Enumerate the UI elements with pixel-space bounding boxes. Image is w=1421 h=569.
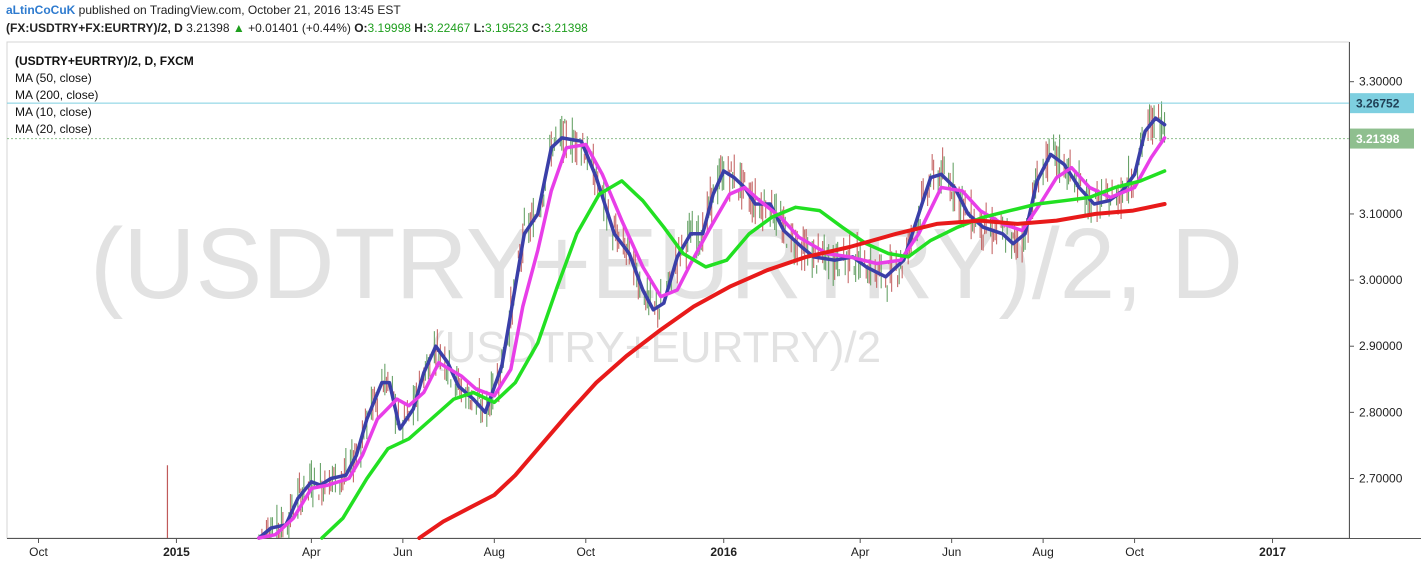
legend-item-ma200[interactable]: MA (200, close) [15,87,194,104]
legend-item-ma20[interactable]: MA (20, close) [15,121,194,138]
x-tick-label: Oct [1125,545,1144,559]
legend-item-ma10[interactable]: MA (10, close) [15,104,194,121]
publish-line: aLtinCoCuK published on TradingView.com,… [6,3,401,17]
open-label: O: [354,21,368,35]
ohlc-line: (FX:USDTRY+FX:EURTRY)/2, D 3.21398 ▲ +0.… [6,21,588,35]
price-label: 3.21398 [1356,132,1400,146]
y-tick-label: 2.70000 [1359,471,1403,485]
x-tick-label: 2016 [710,545,737,559]
chart-canvas: (USDTRY+EURTRY)/2, D (USDTRY+EURTRY)/2 3… [6,41,1421,559]
high-value: 3.22467 [426,21,471,35]
close-label: C: [531,21,545,35]
low-value: 3.19523 [485,21,529,35]
close-value: 3.21398 [544,21,588,35]
last-price: 3.21398 [186,21,230,35]
legend-item-ma50[interactable]: MA (50, close) [15,70,194,87]
symbol-name: (FX:USDTRY+FX:EURTRY)/2, D [6,21,183,35]
chart-legend: (USDTRY+EURTRY)/2, D, FXCM MA (50, close… [15,53,194,138]
y-tick-label: 3.00000 [1359,273,1403,287]
y-tick-label: 2.90000 [1359,339,1403,353]
author-link[interactable]: aLtinCoCuK [6,3,75,17]
x-tick-label: Apr [302,545,321,559]
high-label: H: [414,21,427,35]
price-label: 3.26752 [1356,97,1400,111]
y-tick-label: 3.10000 [1359,207,1403,221]
x-tick-label: Oct [29,545,48,559]
open-value: 3.19998 [367,21,411,35]
watermark-large: (USDTRY+EURTRY)/2, D [90,208,1243,320]
low-label: L: [473,21,486,35]
y-axis: 3.30000 3.10000 3.00000 2.90000 2.80000 2.700… [1349,75,1414,485]
x-tick-label: Jun [393,545,412,559]
x-tick-label: 2017 [1259,545,1286,559]
x-tick-label: 2015 [163,545,190,559]
x-tick-label: Jun [942,545,961,559]
published-text: published on TradingView.com, October 21… [78,3,401,17]
up-arrow-icon: ▲ [232,21,245,35]
x-tick-label: Aug [1032,545,1053,559]
y-tick-label: 3.30000 [1359,75,1403,89]
x-tick-label: Aug [484,545,505,559]
price-change: +0.01401 (+0.44%) [248,21,351,35]
x-tick-label: Apr [851,545,870,559]
x-tick-label: Oct [576,545,595,559]
y-tick-label: 2.80000 [1359,405,1403,419]
legend-title[interactable]: (USDTRY+EURTRY)/2, D, FXCM [15,53,194,70]
x-axis: Oct 2015 Apr Jun Aug Oct 2016 Apr Jun Aug Oct 2017 [29,538,1286,559]
